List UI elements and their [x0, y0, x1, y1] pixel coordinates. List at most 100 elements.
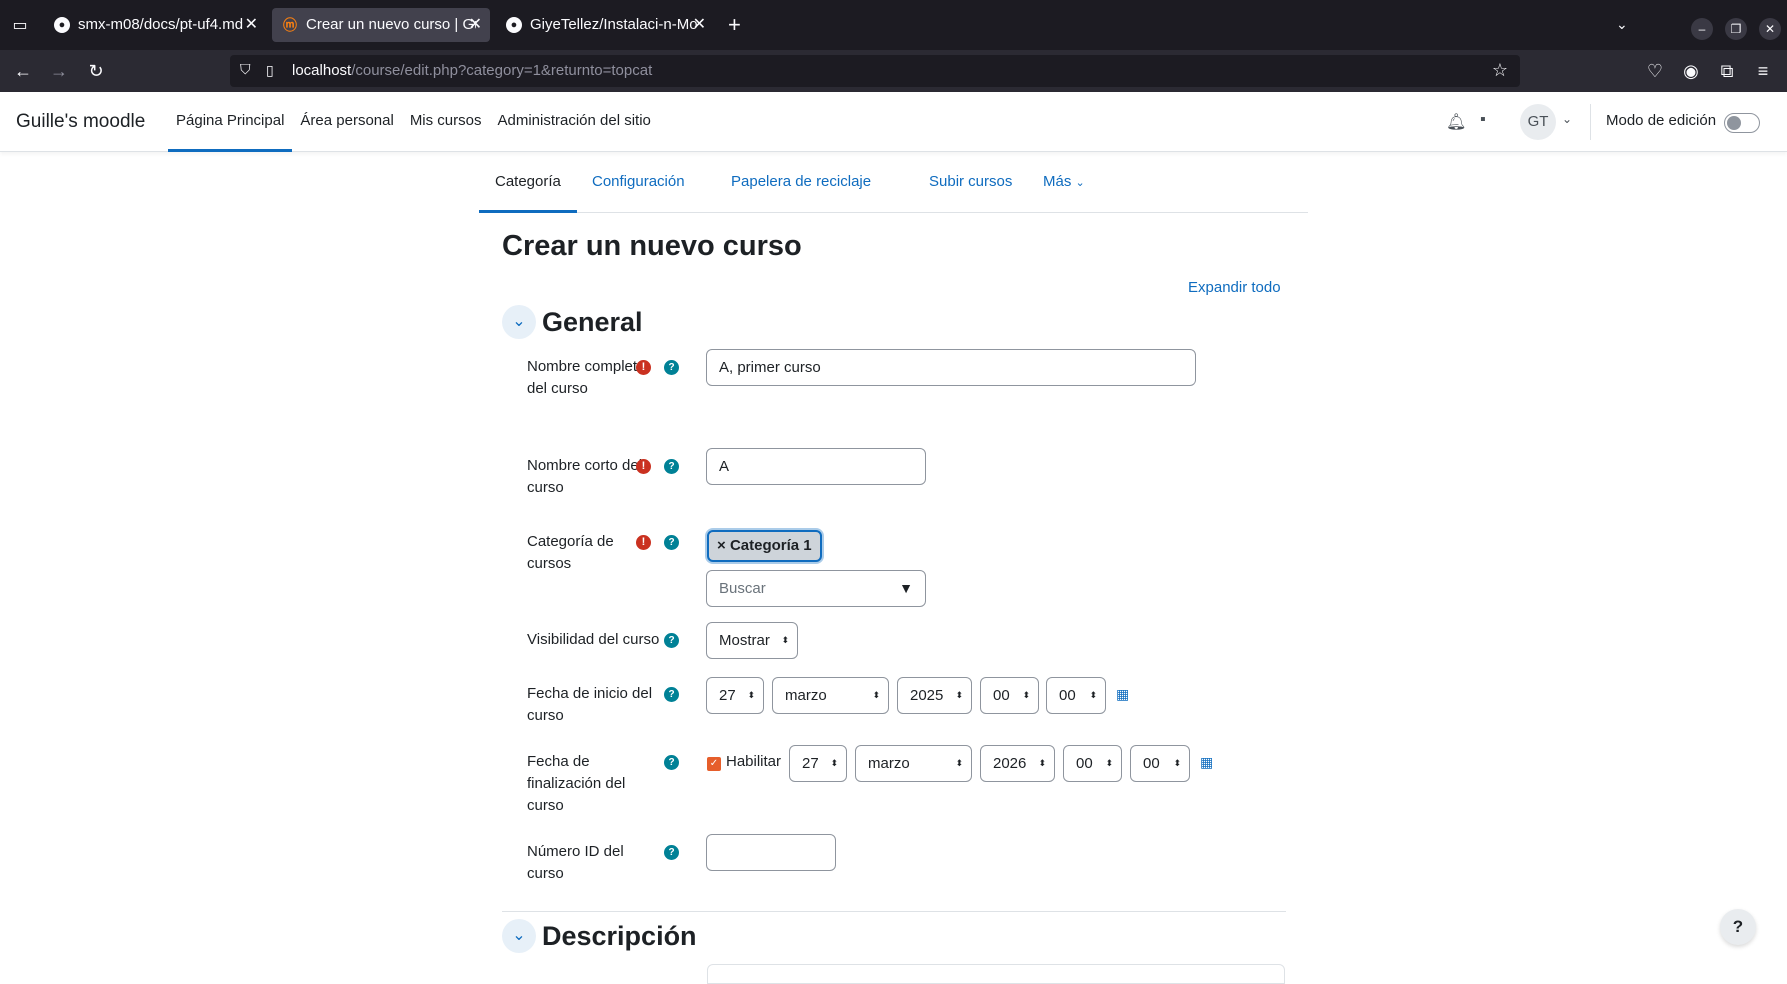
help-button[interactable]: ?	[1720, 909, 1756, 945]
enddate-year-select[interactable]: 2026 ⬍	[980, 745, 1055, 782]
new-tab-icon[interactable]: +	[728, 14, 741, 36]
menu-icon[interactable]: ≡	[1752, 60, 1774, 82]
address-bar[interactable]: ⛉ ▯ localhost/course/edit.php?category=1…	[230, 55, 1520, 87]
enddate-label: Fecha de finalización del curso	[527, 753, 626, 814]
tab-recycle-bin[interactable]: Papelera de reciclaje	[715, 152, 887, 213]
browser-tab-github-docs[interactable]: ● smx-m08/docs/pt-uf4.md ✕	[44, 8, 266, 42]
enddate-hour-select[interactable]: 00 ⬍	[1063, 745, 1122, 782]
help-icon[interactable]: ?	[664, 755, 679, 770]
nav-item-site-admin[interactable]: Administración del sitio	[490, 92, 659, 152]
tab-more[interactable]: Más ⌄	[1027, 152, 1101, 213]
github-icon: ●	[506, 17, 522, 33]
startdate-hour-select[interactable]: 00 ⬍	[980, 677, 1039, 714]
pocket-icon[interactable]: ♡	[1644, 60, 1666, 82]
shortname-input[interactable]: A	[706, 448, 926, 485]
expand-all-link[interactable]: Expandir todo	[1188, 279, 1281, 296]
help-icon[interactable]: ?	[664, 459, 679, 474]
calendar-icon[interactable]: ▦	[1200, 754, 1213, 771]
restore-icon[interactable]: ❐	[1725, 18, 1747, 40]
shield-icon[interactable]: ⛉	[240, 61, 251, 78]
startdate-month-select[interactable]: marzo ⬍	[772, 677, 889, 714]
idnumber-label: Número ID del curso	[527, 843, 624, 882]
close-icon[interactable]: ✕	[469, 8, 482, 42]
category-search-select[interactable]: Buscar ▼	[706, 570, 926, 607]
chevron-down-icon[interactable]: ⌄	[502, 919, 536, 953]
chevron-down-icon[interactable]: ⌄	[502, 305, 536, 339]
select-arrows-icon: ⬍	[747, 690, 755, 700]
calendar-icon[interactable]: ▦	[1116, 686, 1129, 703]
select-arrows-icon: ⬍	[1105, 758, 1113, 768]
chevron-down-icon[interactable]: ⌄	[1616, 16, 1628, 33]
help-icon[interactable]: ?	[664, 845, 679, 860]
idnumber-input[interactable]	[706, 834, 836, 871]
page-info-icon[interactable]: ▯	[266, 62, 274, 79]
section-description-header[interactable]: ⌄ Descripción	[502, 919, 802, 955]
description-editor[interactable]	[707, 964, 1285, 984]
startdate-day-select[interactable]: 27 ⬍	[706, 677, 764, 714]
bookmark-star-icon[interactable]: ☆	[1492, 60, 1508, 81]
browser-tab-label: Crear un nuevo curso | Gu	[306, 16, 476, 33]
required-icon: !	[636, 360, 651, 375]
section-general-header[interactable]: ⌄ General	[502, 305, 802, 341]
search-placeholder: Buscar	[719, 580, 766, 597]
header-divider	[1590, 104, 1591, 140]
forward-icon[interactable]: →	[48, 60, 70, 82]
site-brand[interactable]: Guille's moodle	[16, 111, 145, 133]
user-avatar[interactable]: GT	[1520, 104, 1556, 140]
fullname-input[interactable]: A, primer curso	[706, 349, 1196, 386]
back-icon[interactable]: ←	[12, 60, 34, 82]
chevron-down-icon[interactable]: ⌄	[1562, 112, 1572, 126]
select-arrows-icon: ⬍	[830, 758, 838, 768]
tab-settings[interactable]: Configuración	[576, 152, 701, 213]
secondary-navigation: Categoría Configuración Papelera de reci…	[479, 152, 1308, 213]
tab-overview-icon[interactable]: ▭	[8, 14, 32, 38]
url-text[interactable]: localhost/course/edit.php?category=1&ret…	[292, 62, 652, 79]
tab-upload-courses[interactable]: Subir cursos	[913, 152, 1028, 213]
close-window-icon[interactable]: ✕	[1759, 18, 1781, 40]
messages-chat-icon[interactable]: ▪	[1480, 111, 1486, 129]
enddate-day-select[interactable]: 27 ⬍	[789, 745, 847, 782]
help-icon[interactable]: ?	[664, 633, 679, 648]
required-icon: !	[636, 535, 651, 550]
section-divider	[502, 911, 1286, 912]
minimize-icon[interactable]: –	[1691, 18, 1713, 40]
account-icon[interactable]: ◉	[1680, 60, 1702, 82]
close-icon[interactable]: ✕	[693, 8, 706, 42]
browser-tab-moodle[interactable]: ⓜ Crear un nuevo curso | Gu ✕	[272, 8, 490, 42]
category-tag[interactable]: × Categoría 1	[707, 530, 822, 562]
required-icon: !	[636, 459, 651, 474]
tab-category[interactable]: Categoría	[479, 152, 577, 213]
category-tag-label: Categoría 1	[729, 537, 812, 554]
startdate-minute: 00	[1059, 687, 1076, 704]
edit-mode-label: Modo de edición	[1606, 112, 1717, 129]
enddate-month-select[interactable]: marzo ⬍	[855, 745, 972, 782]
startdate-label: Fecha de inicio del curso	[527, 685, 653, 724]
nav-item-dashboard[interactable]: Área personal	[292, 92, 401, 152]
help-icon[interactable]: ?	[664, 535, 679, 550]
edit-mode-toggle[interactable]	[1724, 113, 1760, 133]
nav-item-my-courses[interactable]: Mis cursos	[402, 92, 490, 152]
enddate-enable-checkbox[interactable]: ✓	[707, 757, 721, 771]
browser-tab-label: smx-m08/docs/pt-uf4.md	[78, 16, 244, 33]
startdate-day: 27	[719, 687, 736, 704]
help-icon[interactable]: ?	[664, 360, 679, 375]
remove-tag-icon[interactable]: ×	[717, 537, 726, 554]
moodle-header: Guille's moodle Página Principal Área pe…	[0, 92, 1787, 152]
startdate-year-select[interactable]: 2025 ⬍	[897, 677, 972, 714]
close-icon[interactable]: ✕	[245, 8, 258, 42]
section-title: Descripción	[542, 921, 697, 951]
nav-item-home[interactable]: Página Principal	[168, 92, 293, 152]
startdate-minute-select[interactable]: 00 ⬍	[1046, 677, 1106, 714]
extensions-icon[interactable]: ⧉	[1716, 60, 1738, 82]
enddate-enable-label[interactable]: Habilitar	[726, 753, 781, 770]
select-arrows-icon: ⬍	[872, 690, 880, 700]
enddate-minute: 00	[1143, 755, 1160, 772]
select-arrows-icon: ⬍	[1173, 758, 1181, 768]
help-icon[interactable]: ?	[664, 687, 679, 702]
visibility-select[interactable]: Mostrar ⬍	[706, 622, 798, 659]
reload-icon[interactable]: ↻	[85, 60, 107, 82]
notifications-bell-icon[interactable]: 🔔︎	[1446, 112, 1466, 132]
enddate-minute-select[interactable]: 00 ⬍	[1130, 745, 1190, 782]
browser-tab-github-repo[interactable]: ● GiyeTellez/Instalaci-n-Mo ✕	[496, 8, 714, 42]
enddate-month: marzo	[868, 755, 910, 772]
